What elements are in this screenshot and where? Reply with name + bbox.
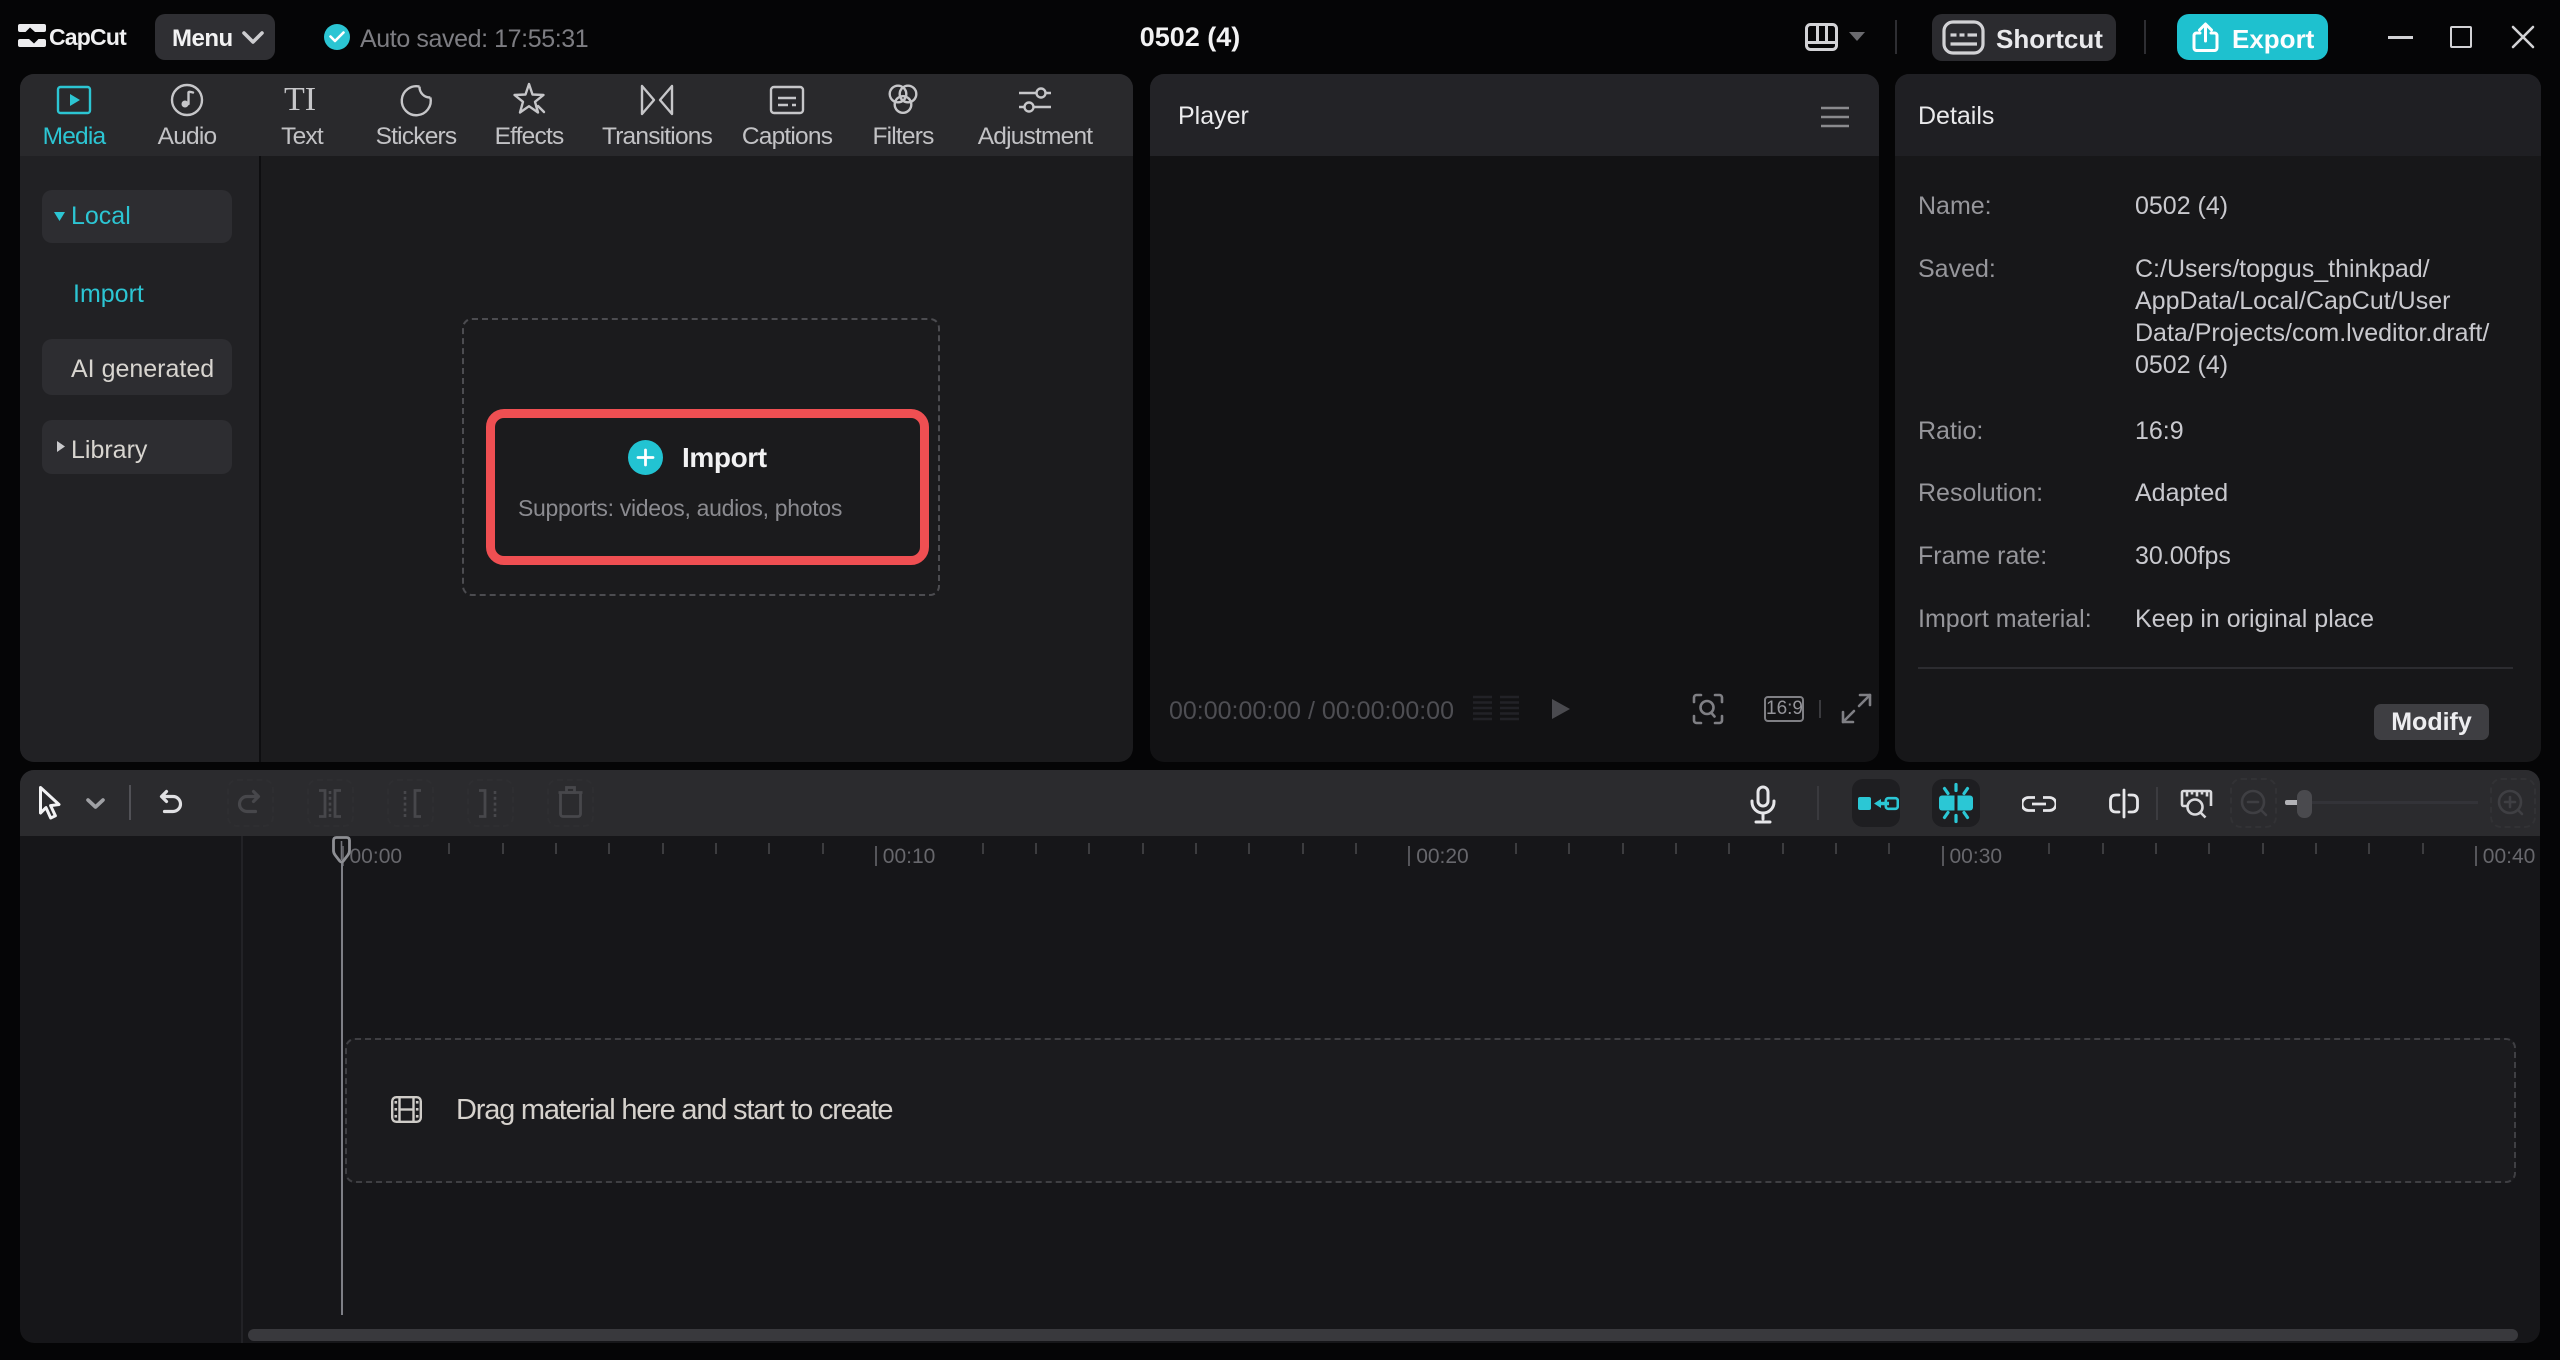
svg-text:TI: TI bbox=[284, 82, 316, 118]
